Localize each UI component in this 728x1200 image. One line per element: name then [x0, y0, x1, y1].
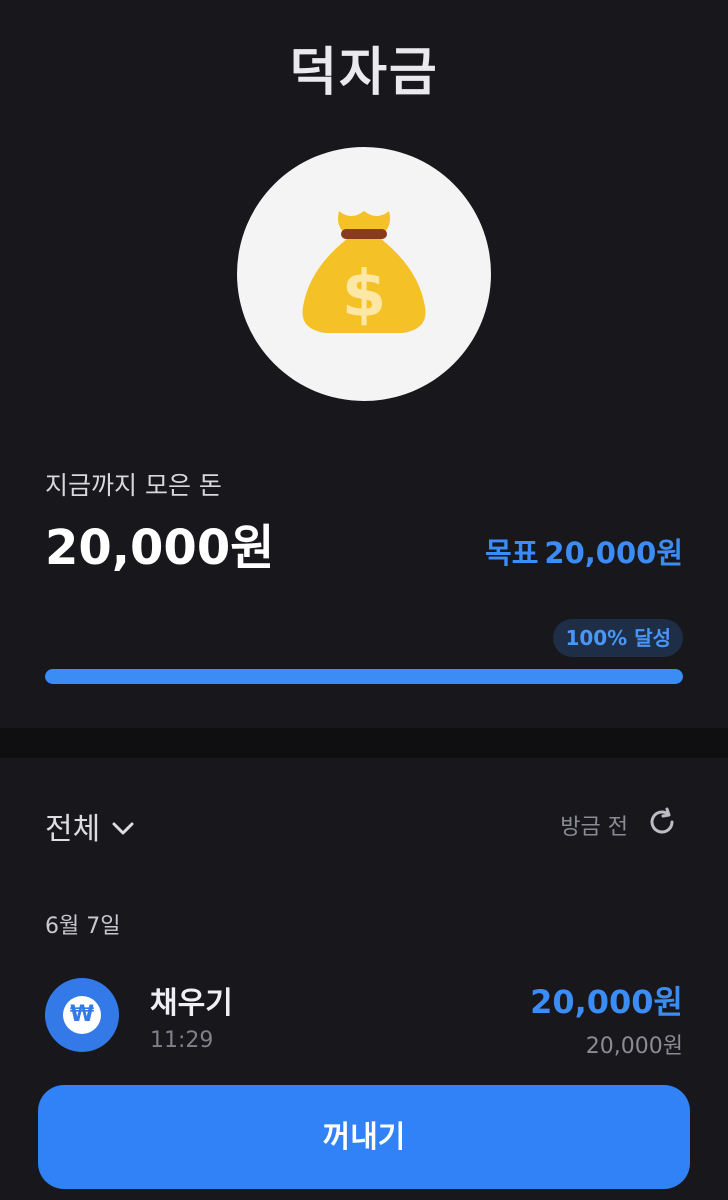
- refresh-time: 방금 전: [560, 815, 628, 840]
- won-coin-icon: ₩: [45, 978, 119, 1052]
- savings-summary-section: 덕자금 $ 지금까지 모은 돈 20,000원 목표 20,000원 100% 달…: [0, 0, 728, 728]
- filter-dropdown[interactable]: 전체: [45, 804, 134, 848]
- svg-text:$: $: [342, 258, 387, 332]
- goal-prefix: 목표: [485, 536, 539, 570]
- savings-avatar: $: [237, 147, 491, 401]
- chevron-down-icon: [112, 809, 134, 844]
- achievement-badge: 100% 달성: [553, 619, 683, 657]
- transaction-time: 11:29: [150, 1028, 214, 1053]
- refresh-icon[interactable]: [646, 806, 678, 844]
- money-bag-icon: $: [302, 211, 426, 333]
- section-divider: [0, 728, 728, 758]
- progress-fill: [45, 669, 683, 684]
- transaction-date: 6월 7일: [45, 914, 121, 939]
- transaction-balance: 20,000원: [585, 1034, 683, 1059]
- saved-amount-label: 지금까지 모은 돈: [45, 471, 222, 500]
- page-title: 덕자금: [289, 43, 439, 103]
- withdraw-button[interactable]: 꺼내기: [38, 1085, 690, 1189]
- filter-label: 전체: [45, 812, 101, 847]
- progress-bar: [45, 669, 683, 684]
- goal-value: 20,000원: [544, 536, 683, 570]
- goal-amount: 목표 20,000원: [485, 530, 683, 572]
- transaction-amount: 20,000원: [530, 983, 683, 1021]
- refresh-control[interactable]: 방금 전: [560, 806, 678, 844]
- transaction-title: 채우기: [150, 986, 233, 1021]
- saved-amount: 20,000원: [45, 520, 275, 576]
